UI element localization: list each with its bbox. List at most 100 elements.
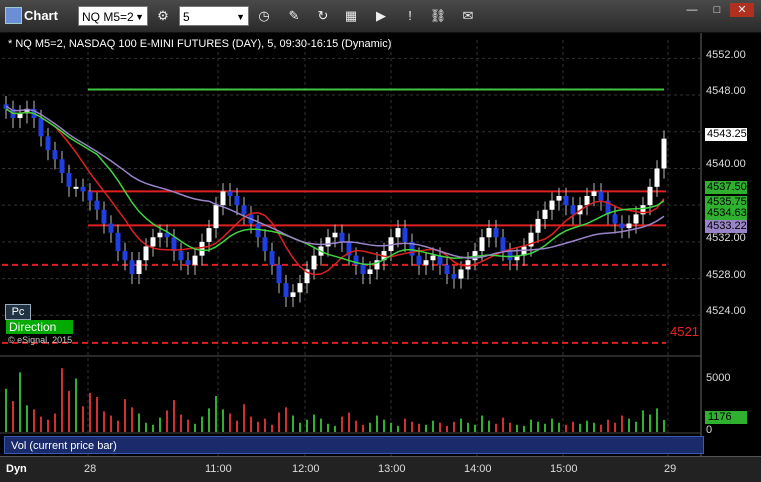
candle-body — [262, 237, 268, 252]
candle-body — [269, 251, 275, 265]
candle-body — [402, 228, 408, 242]
candle-body — [213, 205, 219, 229]
time-label: 12:00 — [292, 463, 320, 475]
candle-body — [654, 168, 660, 187]
candle-body — [430, 255, 436, 261]
volume-tag: 1176 — [705, 411, 747, 424]
candle-body — [94, 200, 100, 210]
direction-label[interactable]: Direction — [6, 320, 73, 334]
candle-body — [619, 223, 625, 229]
candle-body — [479, 237, 485, 252]
level-tag: 4537.50 — [705, 181, 747, 194]
candle-body — [220, 191, 226, 206]
candle-body — [360, 264, 366, 274]
candle-body — [423, 260, 429, 265]
candle-body — [486, 228, 492, 238]
candle-body — [45, 136, 51, 151]
candle-body — [570, 205, 576, 215]
pc-label[interactable]: Pc — [5, 304, 31, 320]
level-tag: 4534.63 — [705, 207, 747, 220]
candle-body — [444, 264, 450, 274]
candle-body — [241, 205, 247, 215]
candle-body — [661, 138, 667, 169]
candle-body — [52, 150, 58, 160]
dyn-label[interactable]: Dyn — [6, 463, 27, 475]
candle-body — [101, 209, 107, 224]
time-axis[interactable]: Dyn 28 11:00 12:00 13:00 14:00 15:00 29 — [0, 456, 761, 482]
candle-body — [143, 246, 149, 261]
candle-body — [339, 232, 345, 242]
price-axis-label: 4548.00 — [706, 85, 746, 97]
candle-body — [185, 260, 191, 265]
candle-body — [507, 251, 513, 261]
volume-pane-title[interactable]: Vol (current price bar) — [4, 436, 704, 454]
candle-body — [234, 196, 240, 206]
candle-body — [80, 186, 86, 192]
candle-body — [38, 118, 44, 137]
candle-body — [626, 223, 632, 229]
time-label: 28 — [84, 463, 97, 475]
candle-body — [549, 200, 555, 210]
candle-body — [290, 292, 296, 297]
candle-body — [199, 241, 205, 256]
candle-body — [150, 237, 156, 247]
candle-body — [458, 269, 464, 279]
time-label: 15:00 — [550, 463, 578, 475]
candle-body — [647, 186, 653, 206]
candle-body — [66, 173, 72, 187]
candle-body — [556, 196, 562, 201]
candle-body — [115, 232, 121, 252]
candle-body — [451, 274, 457, 279]
candle-body — [59, 159, 65, 174]
candle-body — [367, 269, 373, 274]
candle-body — [535, 218, 541, 233]
price-axis-label: 4540.00 — [706, 158, 746, 170]
copyright-text: © eSignal, 2015 — [8, 335, 73, 345]
ma-tag: 4533.22 — [705, 220, 747, 233]
candle-body — [584, 196, 590, 206]
candle-body — [500, 237, 506, 252]
price-axis-label: 4552.00 — [706, 49, 746, 61]
candle-body — [311, 255, 317, 270]
candle-body — [227, 191, 233, 196]
time-label: 14:00 — [464, 463, 492, 475]
time-label: 11:00 — [205, 463, 232, 475]
chart-background — [0, 33, 761, 481]
candle-body — [171, 237, 177, 252]
candle-body — [276, 264, 282, 284]
candle-body — [395, 228, 401, 238]
candle-body — [122, 251, 128, 261]
level-label: 4521 — [670, 324, 699, 339]
candle-body — [416, 255, 422, 265]
price-axis-label: 4524.00 — [706, 305, 746, 317]
candle-body — [325, 237, 331, 247]
price-chart[interactable] — [0, 0, 761, 481]
candle-body — [87, 191, 93, 201]
last-price-tag: 4543.25 — [705, 128, 747, 141]
candle-body — [542, 209, 548, 219]
volume-axis-label: 0 — [706, 424, 713, 436]
candle-body — [206, 228, 212, 242]
candle-body — [332, 232, 338, 238]
price-axis-label: 4532.00 — [706, 232, 746, 244]
time-label: 13:00 — [378, 463, 406, 475]
candle-body — [633, 214, 639, 224]
candle-body — [563, 196, 569, 206]
candle-body — [73, 186, 79, 189]
candle-body — [297, 283, 303, 293]
candle-body — [598, 191, 604, 201]
candle-body — [283, 283, 289, 297]
candle-body — [192, 255, 198, 265]
price-axis-label: 4528.00 — [706, 269, 746, 281]
candle-body — [493, 228, 499, 238]
chart-info-label: * NQ M5=2, NASDAQ 100 E-MINI FUTURES (DA… — [8, 38, 392, 50]
volume-axis-label: 5000 — [706, 372, 731, 384]
candle-body — [157, 232, 163, 238]
candle-body — [108, 223, 114, 233]
time-label: 29 — [664, 463, 677, 475]
candle-body — [129, 260, 135, 274]
candle-body — [591, 191, 597, 196]
candle-body — [178, 251, 184, 261]
candle-body — [612, 214, 618, 224]
candle-body — [136, 260, 142, 274]
